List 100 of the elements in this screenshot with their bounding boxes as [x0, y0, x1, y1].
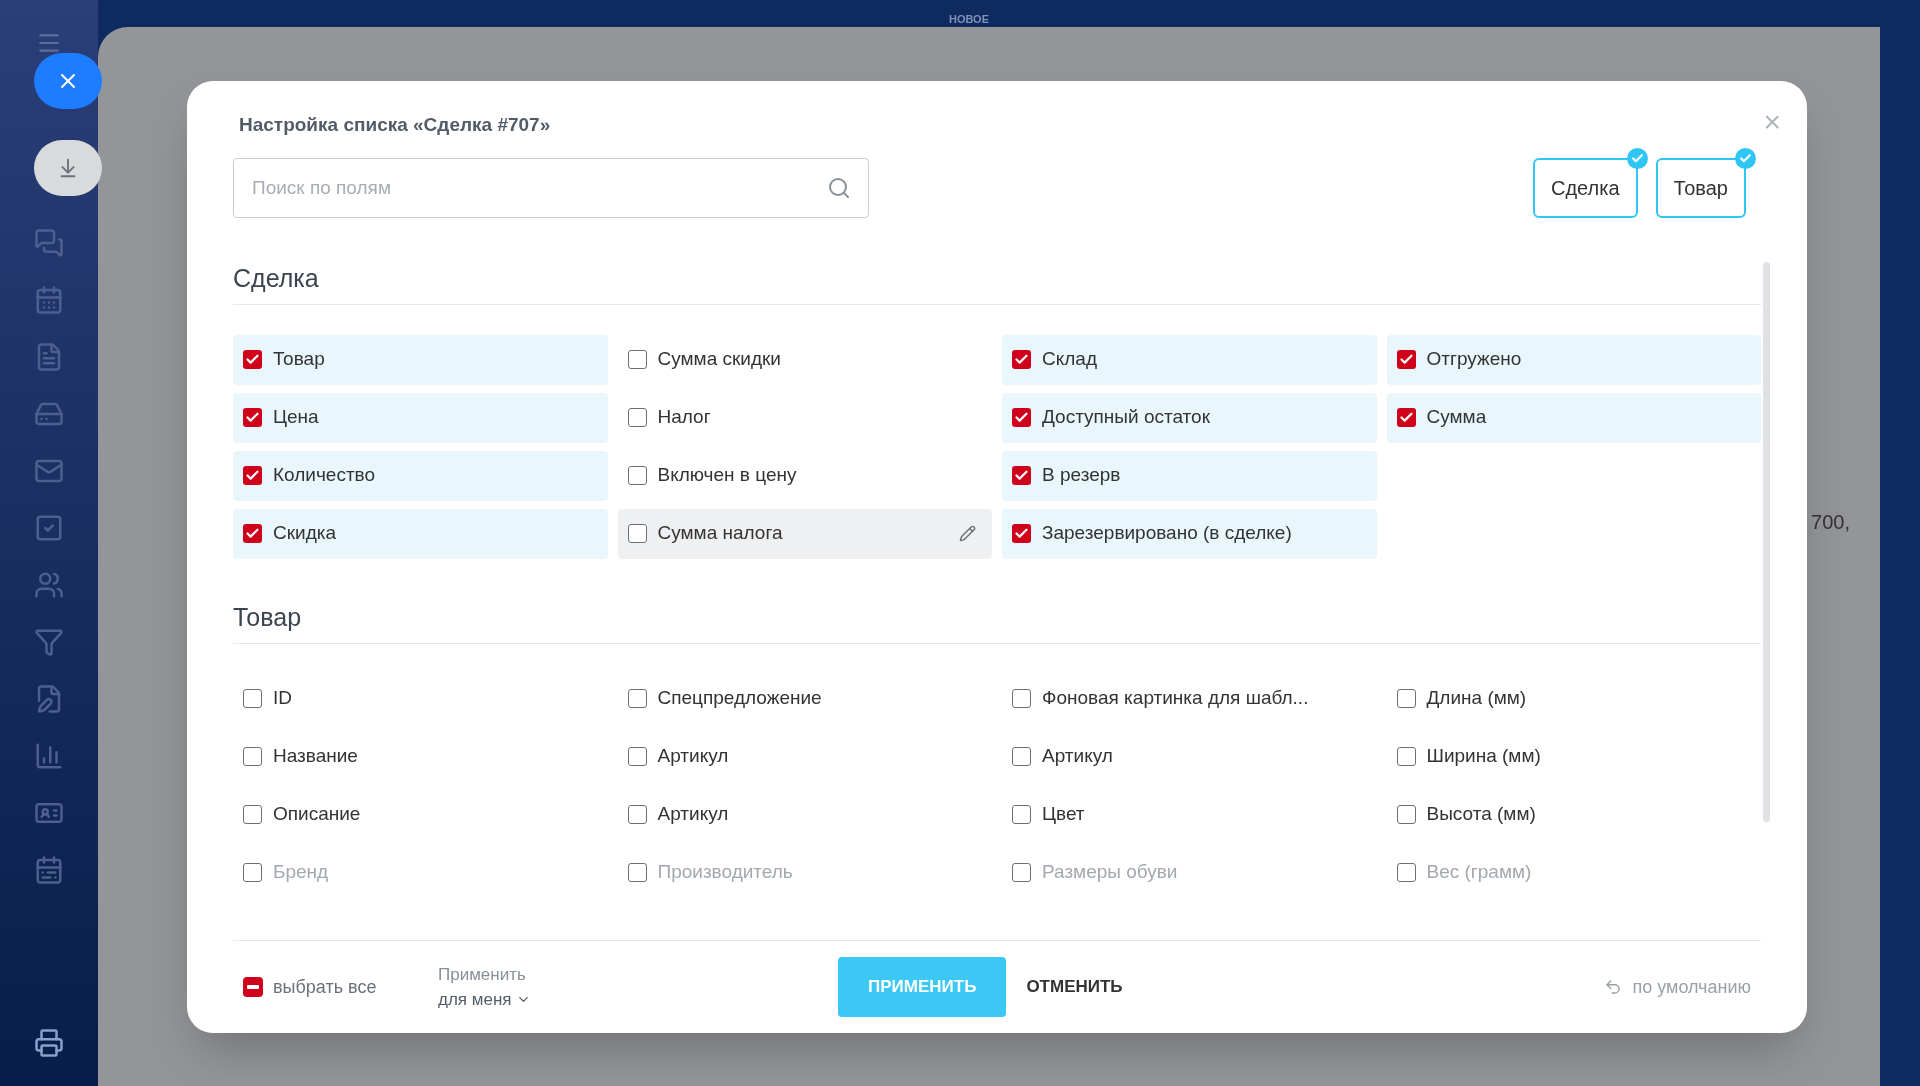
field-option[interactable]: Включен в цену: [617, 450, 992, 501]
field-label: Сумма скидки: [657, 347, 781, 372]
checkbox[interactable]: [243, 350, 262, 369]
field-label: Цвет: [1042, 802, 1085, 827]
checkbox[interactable]: [1012, 689, 1031, 708]
field-option[interactable]: Сумма: [1386, 392, 1761, 443]
field-label: Ширина (мм): [1426, 744, 1541, 769]
select-all-label[interactable]: выбрать все: [273, 973, 377, 1001]
checkbox[interactable]: [243, 524, 262, 543]
checkbox[interactable]: [1012, 747, 1031, 766]
field-label: Доступный остаток: [1042, 405, 1210, 430]
field-label: Артикул: [1042, 744, 1113, 769]
field-label: Длина (мм): [1426, 686, 1527, 711]
field-label: Фоновая картинка для шабл...: [1042, 686, 1309, 711]
field-option[interactable]: Налог: [617, 392, 992, 443]
checkbox[interactable]: [1396, 805, 1416, 824]
checkbox[interactable]: [243, 805, 262, 824]
select-all-checkbox[interactable]: [243, 977, 263, 997]
checkbox[interactable]: [1012, 805, 1031, 824]
field-option[interactable]: Скидка: [233, 508, 608, 559]
checkbox[interactable]: [1396, 408, 1416, 427]
field-option[interactable]: Артикул: [617, 731, 992, 782]
field-option[interactable]: Длина (мм): [1386, 673, 1761, 724]
checkbox[interactable]: [243, 689, 262, 708]
sidebar-icon[interactable]: [34, 855, 64, 885]
field-label: Склад: [1042, 347, 1097, 372]
checkbox[interactable]: [1396, 689, 1416, 708]
field-label: Описание: [273, 802, 361, 827]
section-title: Товар: [233, 601, 303, 633]
field-option[interactable]: Доступный остаток: [1002, 392, 1377, 443]
edit-icon[interactable]: [959, 525, 976, 542]
new-label: НОВОЕ: [948, 11, 990, 27]
field-option[interactable]: Сумма налога: [617, 508, 992, 559]
printer-icon[interactable]: [34, 1028, 64, 1058]
apply-scope-dropdown[interactable]: для меня: [438, 987, 838, 1013]
field-option[interactable]: Склад: [1002, 334, 1377, 385]
field-option[interactable]: Товар: [233, 334, 608, 385]
search-field[interactable]: Поиск по полям: [233, 157, 869, 218]
checkbox[interactable]: [627, 408, 647, 427]
field-label: Бренд: [273, 860, 329, 885]
field-label: Сумма налога: [657, 521, 783, 546]
field-option[interactable]: Цена: [233, 392, 608, 443]
checkbox[interactable]: [1012, 466, 1031, 485]
field-option[interactable]: Количество: [233, 450, 608, 501]
field-label: Количество: [273, 463, 376, 488]
field-option[interactable]: Спецпредложение: [617, 673, 992, 724]
field-label: Вес (грамм): [1426, 860, 1532, 885]
field-option[interactable]: Артикул: [617, 789, 992, 840]
field-label: Зарезервировано (в сделке): [1042, 521, 1292, 546]
checkbox[interactable]: [243, 466, 262, 485]
field-option[interactable]: Артикул: [1002, 731, 1377, 782]
apply-scope-label: Применить: [438, 963, 527, 986]
checkbox[interactable]: [627, 524, 647, 543]
field-option[interactable]: Ширина (мм): [1386, 731, 1761, 782]
cancel-button[interactable]: ОТМЕНИТЬ: [1006, 957, 1143, 1017]
checkbox[interactable]: [627, 466, 647, 485]
field-label: ID: [273, 686, 292, 711]
dialog-title: Настройка списка «Сделка #707»: [238, 113, 551, 137]
scrollbar-drawing[interactable]: [1763, 261, 1770, 822]
field-label: Цена: [273, 405, 319, 430]
checkbox[interactable]: [627, 350, 647, 369]
checkbox[interactable]: [627, 689, 647, 708]
field-option[interactable]: Цвет: [1002, 789, 1377, 840]
checkbox[interactable]: [627, 863, 647, 882]
undo-icon: [1604, 978, 1623, 996]
field-label: Артикул: [657, 802, 729, 827]
field-option[interactable]: Отгружено: [1386, 334, 1761, 385]
field-label: Скидка: [273, 521, 337, 546]
checkbox[interactable]: [1012, 524, 1031, 543]
checkbox[interactable]: [1396, 747, 1416, 766]
checkbox[interactable]: [627, 805, 647, 824]
field-label: В резерв: [1042, 463, 1121, 488]
field-label: Производитель: [657, 860, 793, 885]
field-option[interactable]: Сумма скидки: [617, 334, 992, 385]
field-label: Налог: [657, 405, 711, 430]
checkbox[interactable]: [243, 747, 262, 766]
checkbox[interactable]: [1012, 863, 1031, 882]
field-label: Название: [273, 744, 358, 769]
checkbox[interactable]: [243, 863, 262, 882]
field-option[interactable]: Зарезервировано (в сделке): [1002, 508, 1377, 559]
field-label: Размеры обуви: [1042, 860, 1178, 885]
field-label: Сумма: [1426, 405, 1487, 430]
search-icon[interactable]: [827, 175, 851, 200]
field-label: Артикул: [657, 744, 729, 769]
checkbox[interactable]: [1012, 350, 1031, 369]
checkbox[interactable]: [627, 747, 647, 766]
table-cell-text: 700,: [1811, 510, 1850, 535]
field-option[interactable]: В резерв: [1002, 450, 1377, 501]
field-option[interactable]: Описание: [233, 789, 608, 840]
field-option[interactable]: Высота (мм): [1386, 789, 1761, 840]
checkbox[interactable]: [1396, 350, 1416, 369]
checkbox[interactable]: [1396, 863, 1416, 882]
field-option[interactable]: Фоновая картинка для шабл...: [1002, 673, 1377, 724]
field-option[interactable]: ID: [233, 673, 608, 724]
field-option[interactable]: Название: [233, 731, 608, 782]
check-badge-icon: [1735, 147, 1756, 169]
checkbox[interactable]: [243, 408, 262, 427]
field-label: Высота (мм): [1426, 802, 1536, 827]
field-label: Отгружено: [1426, 347, 1522, 372]
checkbox[interactable]: [1012, 408, 1031, 427]
